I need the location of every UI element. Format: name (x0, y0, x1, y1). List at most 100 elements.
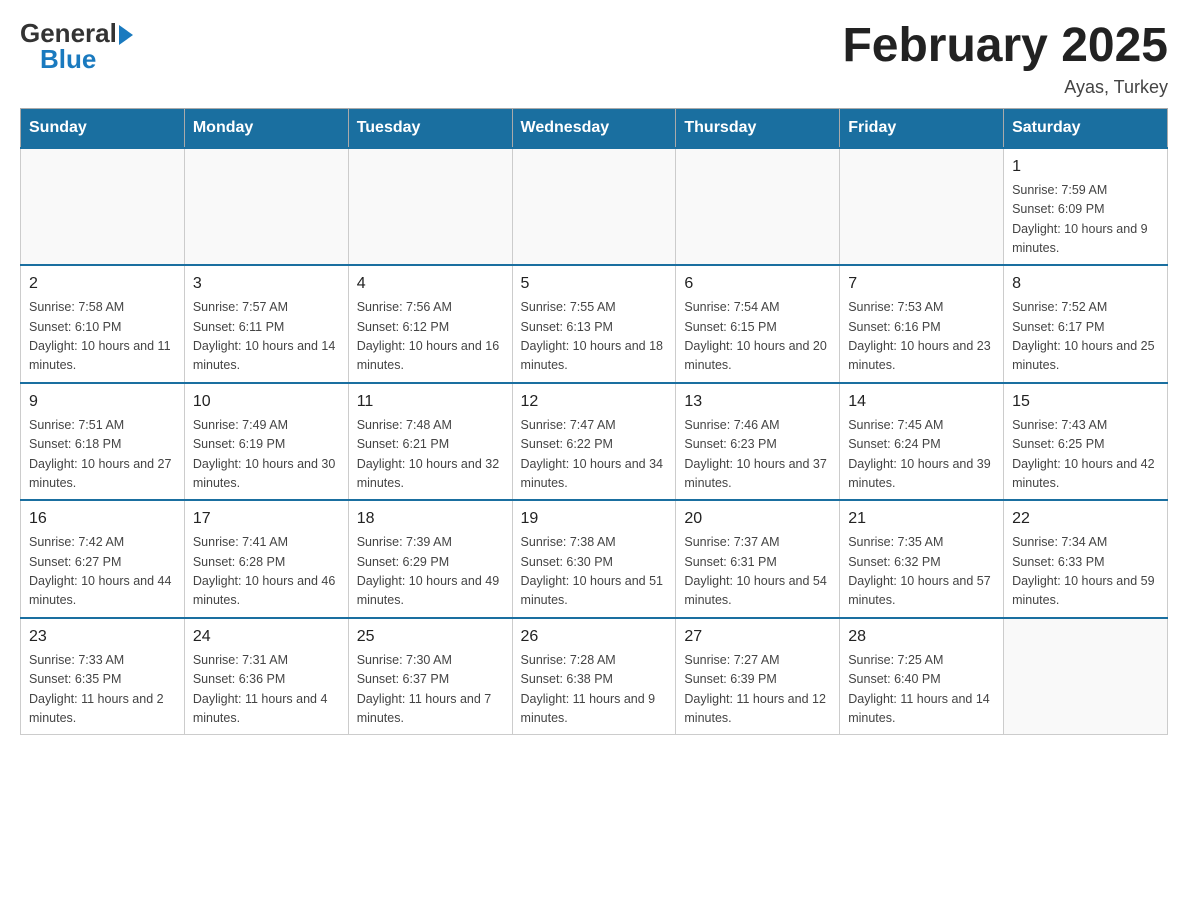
day-info: Sunrise: 7:25 AMSunset: 6:40 PMDaylight:… (848, 651, 995, 729)
day-number: 10 (193, 390, 340, 414)
day-number: 6 (684, 272, 831, 296)
calendar-cell: 2Sunrise: 7:58 AMSunset: 6:10 PMDaylight… (21, 265, 185, 383)
calendar-cell: 1Sunrise: 7:59 AMSunset: 6:09 PMDaylight… (1004, 148, 1168, 266)
day-info: Sunrise: 7:46 AMSunset: 6:23 PMDaylight:… (684, 416, 831, 494)
calendar-cell: 27Sunrise: 7:27 AMSunset: 6:39 PMDayligh… (676, 618, 840, 735)
day-number: 23 (29, 625, 176, 649)
day-number: 5 (521, 272, 668, 296)
calendar-cell (676, 148, 840, 266)
weekday-header-sunday: Sunday (21, 108, 185, 148)
calendar-cell: 15Sunrise: 7:43 AMSunset: 6:25 PMDayligh… (1004, 383, 1168, 501)
day-info: Sunrise: 7:51 AMSunset: 6:18 PMDaylight:… (29, 416, 176, 494)
day-number: 14 (848, 390, 995, 414)
calendar-cell: 22Sunrise: 7:34 AMSunset: 6:33 PMDayligh… (1004, 500, 1168, 618)
calendar-cell: 10Sunrise: 7:49 AMSunset: 6:19 PMDayligh… (184, 383, 348, 501)
day-number: 7 (848, 272, 995, 296)
day-info: Sunrise: 7:39 AMSunset: 6:29 PMDaylight:… (357, 533, 504, 611)
day-info: Sunrise: 7:54 AMSunset: 6:15 PMDaylight:… (684, 298, 831, 376)
day-info: Sunrise: 7:31 AMSunset: 6:36 PMDaylight:… (193, 651, 340, 729)
day-number: 21 (848, 507, 995, 531)
weekday-header-row: SundayMondayTuesdayWednesdayThursdayFrid… (21, 108, 1168, 148)
day-number: 28 (848, 625, 995, 649)
calendar-cell: 13Sunrise: 7:46 AMSunset: 6:23 PMDayligh… (676, 383, 840, 501)
calendar-cell: 17Sunrise: 7:41 AMSunset: 6:28 PMDayligh… (184, 500, 348, 618)
calendar-cell (840, 148, 1004, 266)
calendar-cell (184, 148, 348, 266)
day-info: Sunrise: 7:34 AMSunset: 6:33 PMDaylight:… (1012, 533, 1159, 611)
calendar-cell: 25Sunrise: 7:30 AMSunset: 6:37 PMDayligh… (348, 618, 512, 735)
calendar-header: SundayMondayTuesdayWednesdayThursdayFrid… (21, 108, 1168, 148)
day-number: 27 (684, 625, 831, 649)
calendar-cell: 23Sunrise: 7:33 AMSunset: 6:35 PMDayligh… (21, 618, 185, 735)
logo-general-text: General▶ (20, 20, 133, 46)
day-info: Sunrise: 7:42 AMSunset: 6:27 PMDaylight:… (29, 533, 176, 611)
weekday-header-tuesday: Tuesday (348, 108, 512, 148)
day-number: 20 (684, 507, 831, 531)
calendar-cell: 16Sunrise: 7:42 AMSunset: 6:27 PMDayligh… (21, 500, 185, 618)
calendar-cell: 18Sunrise: 7:39 AMSunset: 6:29 PMDayligh… (348, 500, 512, 618)
day-number: 26 (521, 625, 668, 649)
calendar-cell (1004, 618, 1168, 735)
day-number: 15 (1012, 390, 1159, 414)
calendar-cell: 21Sunrise: 7:35 AMSunset: 6:32 PMDayligh… (840, 500, 1004, 618)
calendar-cell: 4Sunrise: 7:56 AMSunset: 6:12 PMDaylight… (348, 265, 512, 383)
day-info: Sunrise: 7:53 AMSunset: 6:16 PMDaylight:… (848, 298, 995, 376)
weekday-header-thursday: Thursday (676, 108, 840, 148)
day-info: Sunrise: 7:30 AMSunset: 6:37 PMDaylight:… (357, 651, 504, 729)
calendar-cell: 11Sunrise: 7:48 AMSunset: 6:21 PMDayligh… (348, 383, 512, 501)
day-number: 18 (357, 507, 504, 531)
day-info: Sunrise: 7:56 AMSunset: 6:12 PMDaylight:… (357, 298, 504, 376)
day-number: 25 (357, 625, 504, 649)
calendar-cell: 9Sunrise: 7:51 AMSunset: 6:18 PMDaylight… (21, 383, 185, 501)
title-area: February 2025 Ayas, Turkey (842, 20, 1168, 98)
weekday-header-saturday: Saturday (1004, 108, 1168, 148)
calendar-cell: 26Sunrise: 7:28 AMSunset: 6:38 PMDayligh… (512, 618, 676, 735)
day-info: Sunrise: 7:52 AMSunset: 6:17 PMDaylight:… (1012, 298, 1159, 376)
calendar-cell (512, 148, 676, 266)
calendar-body: 1Sunrise: 7:59 AMSunset: 6:09 PMDaylight… (21, 148, 1168, 735)
calendar-cell (348, 148, 512, 266)
day-info: Sunrise: 7:57 AMSunset: 6:11 PMDaylight:… (193, 298, 340, 376)
calendar-cell: 8Sunrise: 7:52 AMSunset: 6:17 PMDaylight… (1004, 265, 1168, 383)
calendar-week-row: 9Sunrise: 7:51 AMSunset: 6:18 PMDaylight… (21, 383, 1168, 501)
day-info: Sunrise: 7:41 AMSunset: 6:28 PMDaylight:… (193, 533, 340, 611)
day-number: 19 (521, 507, 668, 531)
calendar-cell: 3Sunrise: 7:57 AMSunset: 6:11 PMDaylight… (184, 265, 348, 383)
day-info: Sunrise: 7:58 AMSunset: 6:10 PMDaylight:… (29, 298, 176, 376)
day-info: Sunrise: 7:38 AMSunset: 6:30 PMDaylight:… (521, 533, 668, 611)
logo: General▶ Blue (20, 20, 133, 72)
day-info: Sunrise: 7:28 AMSunset: 6:38 PMDaylight:… (521, 651, 668, 729)
calendar-cell: 20Sunrise: 7:37 AMSunset: 6:31 PMDayligh… (676, 500, 840, 618)
day-number: 11 (357, 390, 504, 414)
calendar-cell: 7Sunrise: 7:53 AMSunset: 6:16 PMDaylight… (840, 265, 1004, 383)
calendar-cell: 28Sunrise: 7:25 AMSunset: 6:40 PMDayligh… (840, 618, 1004, 735)
day-number: 22 (1012, 507, 1159, 531)
calendar-cell: 14Sunrise: 7:45 AMSunset: 6:24 PMDayligh… (840, 383, 1004, 501)
calendar-cell: 24Sunrise: 7:31 AMSunset: 6:36 PMDayligh… (184, 618, 348, 735)
day-info: Sunrise: 7:45 AMSunset: 6:24 PMDaylight:… (848, 416, 995, 494)
day-number: 16 (29, 507, 176, 531)
day-number: 17 (193, 507, 340, 531)
calendar-cell: 6Sunrise: 7:54 AMSunset: 6:15 PMDaylight… (676, 265, 840, 383)
calendar-table: SundayMondayTuesdayWednesdayThursdayFrid… (20, 108, 1168, 736)
day-number: 1 (1012, 155, 1159, 179)
page-header: General▶ Blue February 2025 Ayas, Turkey (20, 20, 1168, 98)
day-info: Sunrise: 7:55 AMSunset: 6:13 PMDaylight:… (521, 298, 668, 376)
calendar-week-row: 1Sunrise: 7:59 AMSunset: 6:09 PMDaylight… (21, 148, 1168, 266)
day-number: 3 (193, 272, 340, 296)
calendar-cell: 5Sunrise: 7:55 AMSunset: 6:13 PMDaylight… (512, 265, 676, 383)
calendar-week-row: 23Sunrise: 7:33 AMSunset: 6:35 PMDayligh… (21, 618, 1168, 735)
location: Ayas, Turkey (842, 77, 1168, 98)
day-info: Sunrise: 7:49 AMSunset: 6:19 PMDaylight:… (193, 416, 340, 494)
calendar-cell: 19Sunrise: 7:38 AMSunset: 6:30 PMDayligh… (512, 500, 676, 618)
calendar-cell: 12Sunrise: 7:47 AMSunset: 6:22 PMDayligh… (512, 383, 676, 501)
weekday-header-monday: Monday (184, 108, 348, 148)
calendar-week-row: 2Sunrise: 7:58 AMSunset: 6:10 PMDaylight… (21, 265, 1168, 383)
calendar-week-row: 16Sunrise: 7:42 AMSunset: 6:27 PMDayligh… (21, 500, 1168, 618)
day-number: 2 (29, 272, 176, 296)
day-info: Sunrise: 7:59 AMSunset: 6:09 PMDaylight:… (1012, 181, 1159, 259)
day-info: Sunrise: 7:27 AMSunset: 6:39 PMDaylight:… (684, 651, 831, 729)
day-number: 24 (193, 625, 340, 649)
day-number: 13 (684, 390, 831, 414)
day-number: 8 (1012, 272, 1159, 296)
